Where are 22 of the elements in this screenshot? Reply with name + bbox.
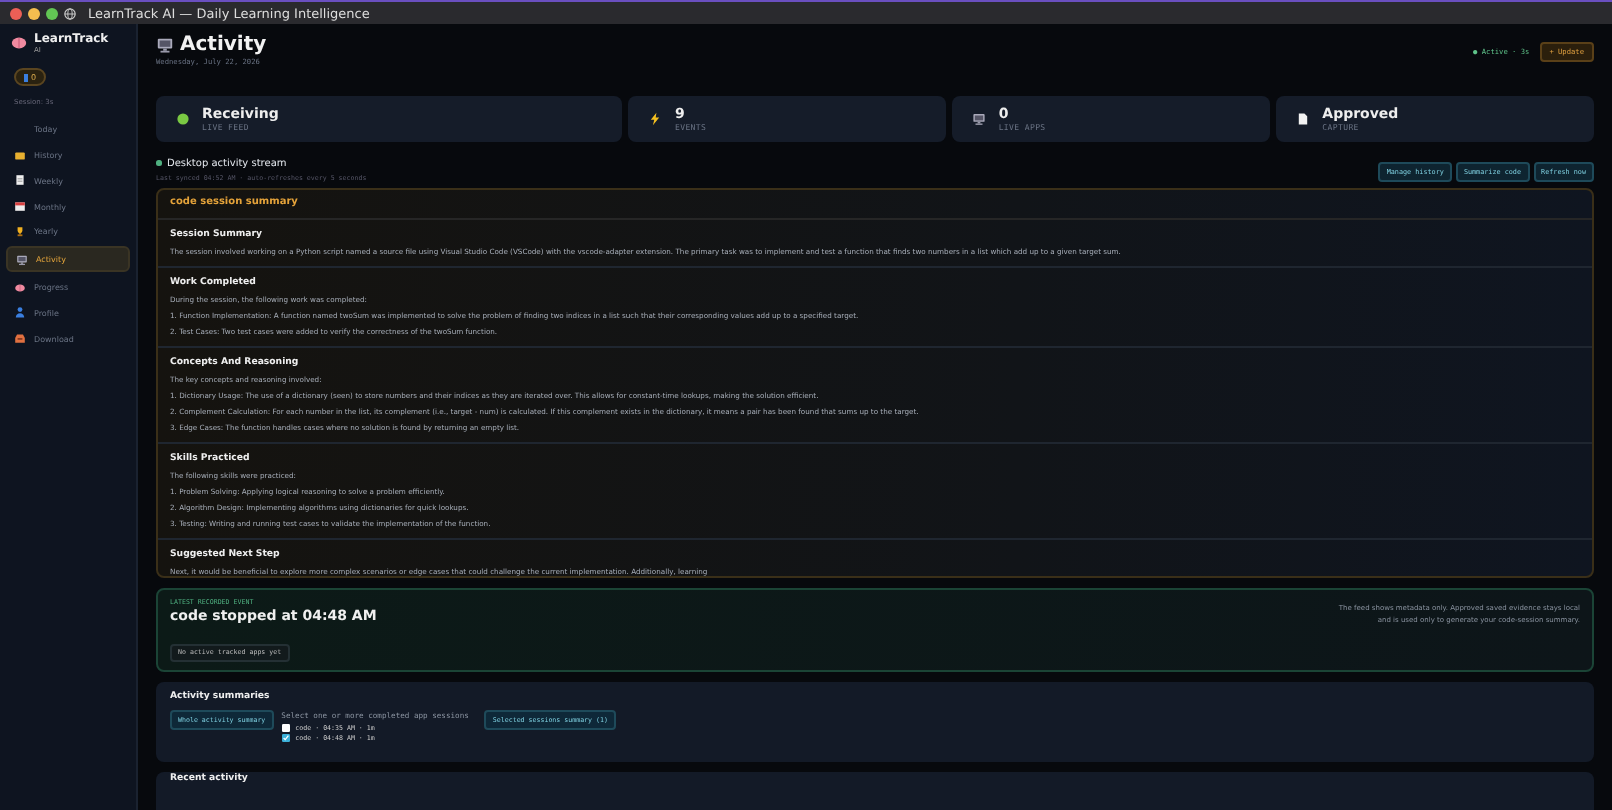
page-title: Activity <box>180 34 267 56</box>
monitor-icon <box>16 253 28 266</box>
trophy-icon <box>14 225 26 238</box>
brain-icon <box>14 281 26 294</box>
document-icon <box>1296 112 1311 127</box>
close-button[interactable] <box>10 7 22 19</box>
status-dot-icon <box>176 112 190 127</box>
notepad-icon <box>14 174 26 187</box>
folder-icon <box>14 149 26 162</box>
person-icon <box>14 306 26 319</box>
calendar-icon <box>14 200 26 213</box>
monitor-icon <box>156 36 174 54</box>
maximize-button[interactable] <box>46 7 58 19</box>
brain-icon <box>10 34 28 52</box>
monitor-icon <box>972 112 987 127</box>
globe-icon <box>64 7 76 19</box>
lightning-icon <box>648 112 663 127</box>
live-dot-icon <box>156 160 161 166</box>
minimize-button[interactable] <box>28 7 40 19</box>
inbox-icon <box>14 332 26 345</box>
session-checkbox[interactable] <box>281 734 290 743</box>
session-checkbox[interactable] <box>281 723 290 732</box>
